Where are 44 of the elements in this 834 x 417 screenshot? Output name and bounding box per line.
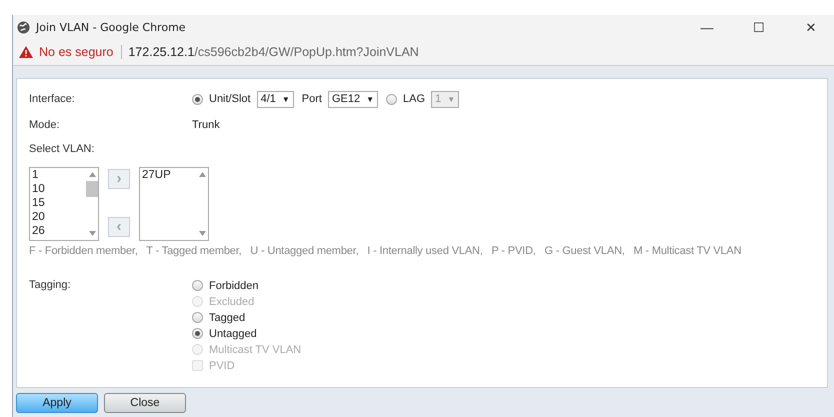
option-label: Unit/Slot [209, 93, 251, 105]
list-item[interactable]: 15 [32, 196, 86, 210]
field-label: Tagging: [29, 279, 72, 291]
globe-icon [17, 20, 30, 34]
option-label: Tagged [209, 312, 246, 324]
radio-button[interactable] [192, 312, 203, 323]
mode-value: Trunk [192, 119, 220, 131]
selected-vlan-list[interactable]: 27UP [139, 167, 209, 241]
option-label: PVID [209, 360, 235, 372]
radio-button[interactable] [192, 94, 203, 104]
scroll-thumb[interactable] [86, 181, 98, 197]
radio-button[interactable] [192, 280, 203, 291]
warning-icon [19, 46, 33, 58]
port-select[interactable]: GE12 ▼ [328, 90, 378, 108]
list-item[interactable]: 20 [32, 210, 86, 224]
list-item[interactable]: 10 [32, 182, 86, 196]
minimize-button[interactable]: — [684, 15, 730, 39]
option-label: Forbidden [209, 280, 259, 292]
vlan-list[interactable]: 1 10 15 20 26 [29, 167, 99, 241]
field-label: Select VLAN: [29, 143, 96, 155]
scroll-down-icon[interactable] [88, 231, 96, 236]
option-label: Excluded [209, 296, 254, 308]
url-text[interactable]: 172.25.12.1/cs596cb2b4/GW/PopUp.htm?JoinVLAN [128, 45, 419, 59]
legend-text: F - Forbidden member, T - Tagged member, U - Untagged member, I - Internally used VLAN, P - PVID, G - Guest VLAN, M - Multicast TV VLAN [29, 245, 742, 257]
unit-select[interactable]: 4/1 ▼ [256, 90, 294, 108]
list-item[interactable]: 26 [32, 224, 86, 238]
list-item[interactable]: 27UP [142, 168, 196, 182]
field-label: Interface: [29, 93, 76, 105]
option-label: Port [302, 93, 322, 105]
list-item[interactable]: 1 [32, 168, 86, 182]
scroll-up-icon[interactable] [198, 172, 206, 177]
scroll-down-icon[interactable] [198, 231, 206, 236]
close-button[interactable]: ✕ [788, 15, 834, 39]
field-label: Mode: [29, 119, 61, 131]
option-label: Multicast TV VLAN [209, 344, 302, 356]
maximize-button[interactable]: ☐ [736, 15, 782, 39]
security-status[interactable]: No es seguro [39, 45, 122, 59]
option-label: Untagged [209, 328, 257, 340]
option-label: LAG [403, 93, 426, 105]
close-button[interactable]: Close [104, 393, 186, 413]
apply-button[interactable]: Apply [16, 393, 98, 413]
scroll-up-icon[interactable] [88, 172, 96, 177]
window-title: Join VLAN - Google Chrome [36, 20, 187, 34]
radio-button[interactable] [192, 328, 203, 339]
